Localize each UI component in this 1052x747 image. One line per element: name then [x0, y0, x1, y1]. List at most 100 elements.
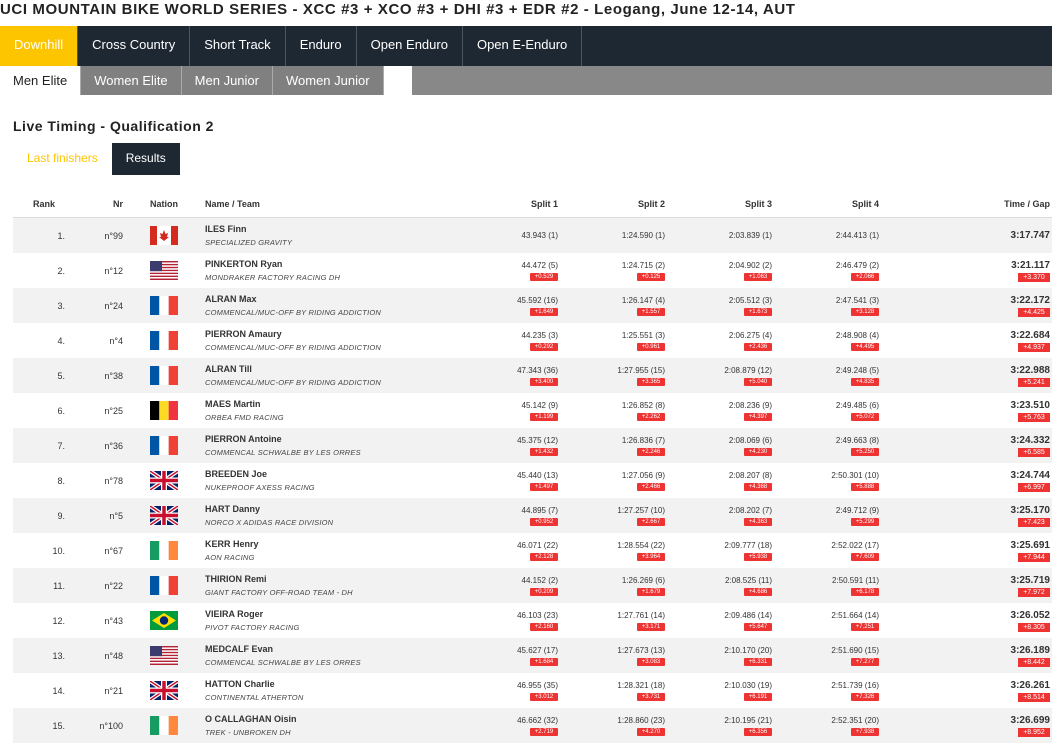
- table-row[interactable]: 6. n°25 MAES Martin ORBEA FMD RACING 45.142 …: [13, 393, 1052, 428]
- rider-name: MAES Martin: [205, 399, 261, 409]
- split-2-gap-badge: +3.964: [637, 552, 665, 561]
- tab-discipline-short-track[interactable]: Short Track: [190, 26, 286, 66]
- split-1-gap-badge: +2.719: [530, 727, 558, 736]
- split-3-gap-badge: +2.436: [744, 342, 772, 351]
- rider-name: ALRAN Till: [205, 364, 252, 374]
- rank: 9.: [57, 510, 65, 521]
- table-row[interactable]: 14. n°21 HATTON Charlie CONTINENTAL ATHERTO…: [13, 673, 1052, 708]
- split-3-gap-badge: +4.363: [744, 517, 772, 526]
- finish-gap-badge: +6.997: [1018, 482, 1050, 492]
- split-1-gap-badge: +1.432: [530, 447, 558, 456]
- flag-gbr-icon: [148, 679, 180, 702]
- rider-name: HATTON Charlie: [205, 679, 275, 689]
- split-3-time: 2:04.902 (2): [728, 260, 772, 270]
- table-row[interactable]: 12. n°43 VIEIRA Roger PIVOT FACTORY RACING 4…: [13, 603, 1052, 638]
- rank: 8.: [57, 475, 65, 486]
- table-row[interactable]: 2. n°12 PINKERTON Ryan MONDRAKER FACTORY RA…: [13, 253, 1052, 288]
- table-row[interactable]: 5. n°38 ALRAN Till COMMENCAL/MUC-OFF BY RID…: [13, 358, 1052, 393]
- table-row[interactable]: 3. n°24 ALRAN Max COMMENCAL/MUC-OFF BY RIDI…: [13, 288, 1052, 323]
- finish-gap-badge: +3.370: [1018, 272, 1050, 282]
- split-2-time: 1:26.269 (6): [621, 575, 665, 585]
- split-4-time: 2:51.739 (16): [831, 680, 879, 690]
- subtab-last-finishers[interactable]: Last finishers: [13, 143, 112, 175]
- split-2-gap-badge: +2.262: [637, 412, 665, 421]
- col-split3[interactable]: Split 3: [673, 191, 780, 218]
- col-split4[interactable]: Split 4: [780, 191, 887, 218]
- col-split2[interactable]: Split 2: [566, 191, 673, 218]
- col-nation[interactable]: Nation: [129, 191, 199, 218]
- table-row[interactable]: 8. n°78 BREEDEN Joe NUKEPROOF AXESS RACING 4…: [13, 463, 1052, 498]
- split-3-time: 2:10.030 (19): [724, 680, 772, 690]
- bib-number: n°12: [104, 265, 123, 276]
- table-row[interactable]: 1. n°99 ILES Finn SPECIALIZED GRAVITY 43.943…: [13, 217, 1052, 253]
- col-time[interactable]: Time / Gap: [887, 191, 1052, 218]
- split-2-time: 1:28.860 (23): [617, 715, 665, 725]
- split-2-time: 1:25.551 (3): [621, 330, 665, 340]
- team-name: SPECIALIZED GRAVITY: [205, 238, 293, 247]
- rank: 2.: [57, 265, 65, 276]
- col-nr[interactable]: Nr: [71, 191, 129, 218]
- tab-category-men-elite[interactable]: Men Elite: [0, 66, 82, 95]
- split-1-gap-badge: +2.160: [530, 622, 558, 631]
- rank: 6.: [57, 405, 65, 416]
- bib-number: n°5: [109, 510, 123, 521]
- rider-name: THIRION Remi: [205, 574, 267, 584]
- split-4-time: 2:48.908 (4): [835, 330, 879, 340]
- tab-category-men-junior[interactable]: Men Junior: [181, 66, 273, 95]
- table-row[interactable]: 10. n°67 KERR Henry AON RACING 46.071 (22) +2…: [13, 533, 1052, 568]
- subtab-results[interactable]: Results: [111, 143, 180, 175]
- split-2-time: 1:24.590 (1): [621, 231, 665, 240]
- split-3-gap-badge: +5.647: [744, 622, 772, 631]
- rank: 14.: [52, 685, 65, 696]
- split-4-time: 2:52.022 (17): [831, 540, 879, 550]
- split-1-time: 47.343 (36): [517, 365, 558, 375]
- split-2-time: 1:26.147 (4): [621, 295, 665, 305]
- finish-time: 3:17.747: [1010, 230, 1050, 241]
- bib-number: n°78: [104, 475, 123, 486]
- table-row[interactable]: 11. n°22 THIRION Remi GIANT FACTORY OFF-ROA…: [13, 568, 1052, 603]
- team-name: NORCO X ADIDAS RACE DIVISION: [205, 518, 334, 527]
- tab-discipline-enduro[interactable]: Enduro: [286, 26, 357, 66]
- split-2-gap-badge: +2.466: [637, 482, 665, 491]
- tab-discipline-open-e-enduro[interactable]: Open E-Enduro: [463, 26, 583, 66]
- rank: 11.: [53, 580, 65, 591]
- rider-name: KERR Henry: [205, 539, 259, 549]
- col-split1[interactable]: Split 1: [459, 191, 566, 218]
- team-name: COMMENCAL/MUC-OFF BY RIDING ADDICTION: [205, 308, 382, 317]
- finish-gap-badge: +7.423: [1018, 517, 1050, 527]
- split-3-gap-badge: +4.230: [744, 447, 772, 456]
- table-row[interactable]: 13. n°48 MEDCALF Evan COMMENCAL SCHWALBE BY…: [13, 638, 1052, 673]
- tab-discipline-cross-country[interactable]: Cross Country: [78, 26, 191, 66]
- finish-gap-badge: +6.585: [1018, 447, 1050, 457]
- table-row[interactable]: 9. n°5 HART Danny NORCO X ADIDAS RACE DIVIS…: [13, 498, 1052, 533]
- rank: 1.: [57, 230, 65, 241]
- split-1-gap-badge: +2.128: [530, 552, 558, 561]
- tab-discipline-open-enduro[interactable]: Open Enduro: [357, 26, 463, 66]
- table-row[interactable]: 15. n°100 O CALLAGHAN Oisin TREK - UNBROKEN…: [13, 708, 1052, 743]
- split-2-time: 1:26.852 (8): [621, 400, 665, 410]
- team-name: COMMENCAL/MUC-OFF BY RIDING ADDICTION: [205, 343, 382, 352]
- split-4-time: 2:50.591 (11): [832, 575, 879, 585]
- finish-time: 3:24.744: [1010, 469, 1050, 481]
- rank: 13.: [52, 650, 65, 661]
- split-1-time: 45.627 (17): [517, 645, 558, 655]
- split-1-time: 44.895 (7): [521, 505, 558, 515]
- split-1-time: 44.235 (3): [521, 330, 558, 340]
- split-4-time: 2:49.485 (6): [835, 400, 879, 410]
- split-1-time: 46.071 (22): [517, 540, 558, 550]
- col-name[interactable]: Name / Team: [199, 191, 459, 218]
- split-3-time: 2:09.777 (18): [724, 540, 772, 550]
- split-2-gap-badge: +2.667: [637, 517, 665, 526]
- tab-category-women-elite[interactable]: Women Elite: [81, 66, 182, 95]
- tab-category-women-junior[interactable]: Women Junior: [272, 66, 384, 95]
- tab-discipline-downhill[interactable]: Downhill: [0, 26, 79, 66]
- split-4-time: 2:49.248 (5): [835, 365, 879, 375]
- col-rank[interactable]: Rank: [13, 191, 71, 218]
- split-1-time: 44.472 (5): [521, 260, 558, 270]
- split-1-gap-badge: +1.684: [530, 657, 558, 666]
- table-row[interactable]: 7. n°36 PIERRON Antoine COMMENCAL SCHWALBE …: [13, 428, 1052, 463]
- bib-number: n°22: [104, 580, 123, 591]
- table-row[interactable]: 4. n°4 PIERRON Amaury COMMENCAL/MUC-OFF BY …: [13, 323, 1052, 358]
- team-name: CONTINENTAL ATHERTON: [205, 693, 304, 702]
- flag-usa-icon: [150, 646, 178, 665]
